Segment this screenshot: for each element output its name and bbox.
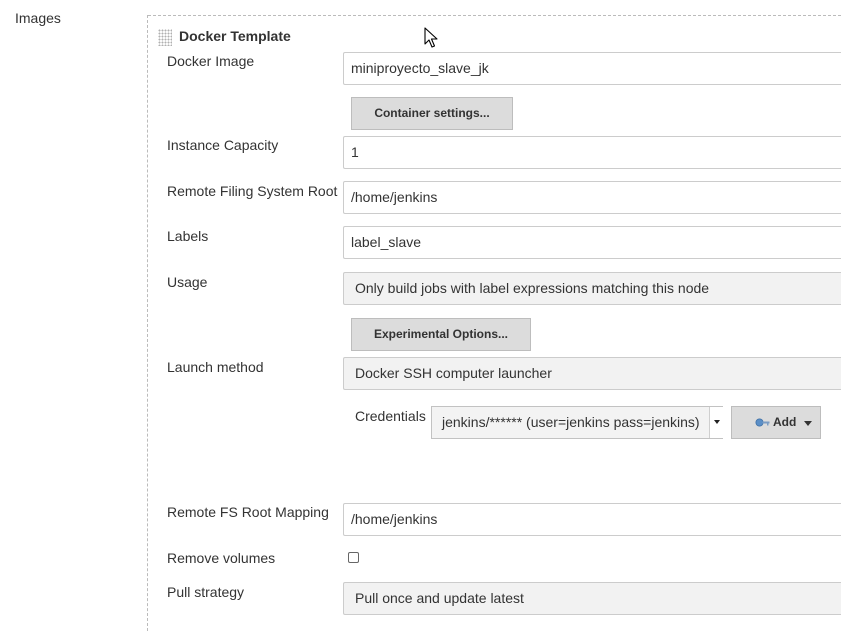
instance-capacity-input[interactable]: 1 [343,136,841,169]
images-section-label: Images [15,10,61,26]
remote-fs-root-input[interactable]: /home/jenkins [343,181,841,214]
docker-image-label: Docker Image [167,53,255,69]
instance-capacity-label: Instance Capacity [167,137,279,153]
add-button-label: Add [773,415,797,429]
pull-strategy-label: Pull strategy [167,584,245,600]
dropdown-arrow-icon [804,421,812,426]
drag-handle-icon[interactable] [158,29,172,46]
repeated-chunk-top-border [148,15,841,16]
launch-method-label: Launch method [167,359,264,375]
remote-fs-root-mapping-input[interactable]: /home/jenkins [343,503,841,536]
remote-fs-root-mapping-label: Remote FS Root Mapping [167,504,329,520]
container-settings-button[interactable]: Container settings... [351,97,513,130]
launch-method-select[interactable]: Docker SSH computer launcher [343,357,841,390]
chevron-down-icon[interactable] [709,407,723,438]
usage-label: Usage [167,274,208,290]
remote-fs-root-label: Remote Filing System Root [167,183,338,199]
key-icon [755,418,770,427]
repeated-chunk-left-border [147,15,148,631]
add-credentials-button[interactable]: Add [731,406,821,439]
labels-label: Labels [167,228,209,244]
experimental-options-button[interactable]: Experimental Options... [351,318,531,351]
usage-select[interactable]: Only build jobs with label expressions m… [343,272,841,305]
labels-input[interactable]: label_slave [343,226,841,259]
credentials-select[interactable]: jenkins/****** (user=jenkins pass=jenkin… [431,406,723,439]
remove-volumes-checkbox[interactable] [348,552,359,563]
credentials-label: Credentials [355,408,426,424]
docker-template-title: Docker Template [179,28,291,44]
docker-image-input[interactable]: miniproyecto_slave_jk [343,52,841,85]
mouse-cursor-icon [424,27,438,48]
pull-strategy-select[interactable]: Pull once and update latest [343,582,841,615]
remove-volumes-label: Remove volumes [167,550,276,566]
